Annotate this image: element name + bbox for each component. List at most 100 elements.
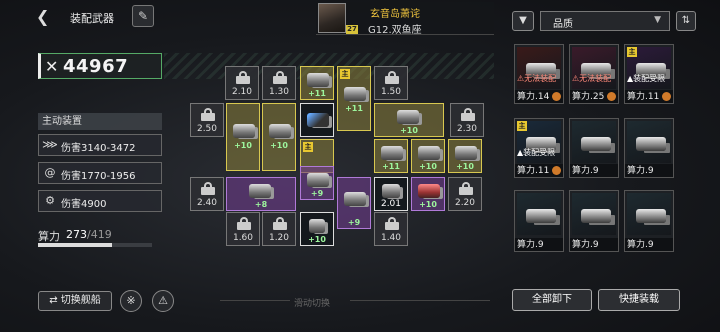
funnel-icon: ▼ [519,15,527,26]
edit-button[interactable]: ✎ [132,5,154,27]
grid-slot-selected[interactable]: 2.01 [374,177,408,211]
lock-icon [237,217,251,230]
grid-slot-weapon[interactable]: +8 [226,177,296,211]
chevron-down-icon: ▼ [654,15,661,25]
inventory-card[interactable]: 主 ▲装配受限算力.11 [514,118,564,178]
grid-slot-locked[interactable]: 2.30 [450,103,484,137]
weapon-icon [344,87,366,101]
weapon-thumbnail [627,193,671,235]
swipe-hint: 滑动切换 [294,299,331,309]
lock-icon [236,71,250,84]
mode-a-button[interactable]: ※ [120,290,142,312]
pilot-info: G12.双鱼座 [368,25,422,36]
lock-icon [201,108,215,121]
grid-slot-locked[interactable]: 2.40 [190,177,224,211]
grid-slot-locked[interactable]: 2.10 [225,66,259,100]
inventory-card[interactable]: 算力.9 [569,118,619,178]
grid-slot-weapon[interactable]: +10 [262,103,296,171]
missile-icon [307,113,329,127]
active-devices-label: 主动装置 [38,113,162,130]
active-stat-text: 伤害4900 [61,199,107,210]
weapon-thumbnail [572,121,616,163]
grid-slot-weapon[interactable]: +11 [374,139,408,173]
weapon-thumbnail [572,193,616,235]
weapon-icon [418,184,440,198]
card-compute: 算力.9 [517,240,544,250]
grid-slot-weapon[interactable]: +9 [300,166,334,200]
grid-slot-weapon[interactable]: +10 [226,103,260,171]
active-stat-2[interactable]: @ 伤害1770-1956 [38,162,162,184]
claw-icon: ⋙ [42,138,58,151]
active-stat-text: 伤害3140-3472 [61,143,136,154]
grid-slot-weapon[interactable]: +10 [448,139,482,173]
active-stat-3[interactable]: ⚙ 伤害4900 [38,190,162,212]
mode-b-button[interactable]: ⚠ [152,290,174,312]
grid-slot-locked[interactable]: 1.20 [262,212,296,246]
card-compute: 算力.9 [572,240,599,250]
grid-slot-weapon[interactable]: +10 [374,103,444,137]
lock-icon [273,71,287,84]
main-tag: 主 [627,47,637,57]
combat-power-value: 44967 [63,56,129,77]
sort-icon: ⇅ [681,15,691,26]
inventory-card[interactable]: 算力.9 [624,118,674,178]
main-tag: 主 [303,142,313,152]
chevron-left-icon: ❮ [36,7,50,26]
switch-ship-button[interactable]: ⇄ 切换舰船 [38,291,112,311]
inventory-card[interactable]: 算力.9 [514,190,564,252]
grid-slot-weapon[interactable]: +10 [300,212,334,246]
grid-slot-weapon[interactable]: +10 [411,139,445,173]
filter-button[interactable]: ▼ [512,11,534,31]
grid-slot-weapon[interactable]: +9 [337,177,371,229]
lock-icon [385,217,399,230]
card-warning: ⚠无法装配 [517,74,557,83]
weapon-icon [418,146,440,160]
weapon-icon [581,137,611,151]
card-footer: 算力.9 [625,238,673,251]
weapon-icon [309,219,325,233]
cost-icon [552,92,561,101]
grid-slot-locked[interactable]: 1.30 [262,66,296,100]
divider [220,300,290,301]
compute-progress-bar [38,243,152,247]
emblem-icon: ⚠ [158,294,168,307]
crossed-swords-icon: ✕ [45,57,59,76]
inventory-card[interactable]: ⚠无法装配算力.14 [514,44,564,104]
grid-slot-locked[interactable]: 1.50 [374,66,408,100]
cost-icon [552,166,561,175]
back-button[interactable]: ❮ [36,8,54,26]
sort-button[interactable]: ⇅ [676,11,696,31]
quick-equip-button[interactable]: 快捷装载 [598,289,680,311]
inventory-card[interactable]: 主 ▲装配受限 算力.11 [624,44,674,104]
grid-slot-locked[interactable]: 2.50 [190,103,224,137]
card-compute: 算力.11 [627,92,660,102]
inventory-card[interactable]: 算力.9 [569,190,619,252]
cost-icon [662,92,671,101]
grid-slot-locked[interactable]: 1.60 [226,212,260,246]
grid-slot-weapon[interactable]: 主 +11 [337,66,371,131]
grid-slot-locked[interactable]: 1.40 [374,212,408,246]
weapon-icon [397,110,419,124]
inventory-card[interactable]: ⚠无法装配 算力.25 [569,44,619,104]
active-stat-1[interactable]: ⋙ 伤害3140-3472 [38,134,162,156]
card-footer: 算力.9 [570,238,618,251]
weapon-icon [636,137,666,151]
pilot-card[interactable]: 27 玄音岛萧诧 G12.双鱼座 [316,2,494,36]
main-tag: 主 [340,69,350,79]
inventory-card[interactable]: 算力.9 [624,190,674,252]
quality-select[interactable]: 品质 ▼ [540,11,670,31]
card-footer: 算力.14 [515,90,563,103]
grid-slot-locked[interactable]: 2.20 [448,177,482,211]
weapon-icon [636,209,666,223]
unload-all-button[interactable]: 全部卸下 [512,289,592,311]
grid-slot-selected[interactable] [300,103,334,137]
divider [350,300,490,301]
card-compute: 算力.11 [517,166,550,176]
main-tag: 主 [517,121,527,131]
grid-slot-weapon[interactable]: +10 [411,177,445,211]
card-warning: ▲装配受限 [517,148,556,157]
card-compute: 算力.9 [572,166,599,176]
weapon-thumbnail [627,121,671,163]
grid-slot-weapon[interactable]: +11 [300,66,334,100]
wing-icon: ※ [126,294,136,307]
